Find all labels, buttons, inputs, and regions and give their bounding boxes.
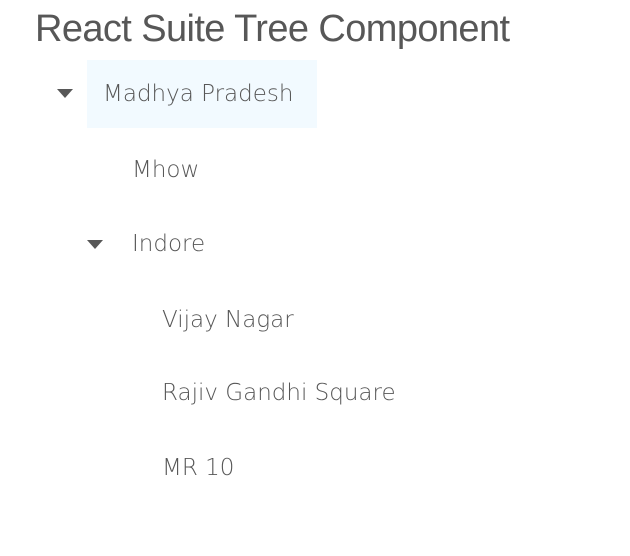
tree-node-label[interactable]: Madhya Pradesh <box>103 60 293 128</box>
tree-node-label[interactable]: Indore <box>132 210 205 278</box>
tree-node-label[interactable]: MR 10 <box>162 434 234 502</box>
tree-node-madhya-pradesh[interactable]: Madhya Pradesh <box>0 60 630 128</box>
tree-node-indore[interactable]: Indore <box>0 210 630 278</box>
page-title: React Suite Tree Component <box>35 8 510 50</box>
tree-node-label[interactable]: Vijay Nagar <box>162 286 294 354</box>
tree-node-vijay-nagar[interactable]: Vijay Nagar <box>0 286 630 354</box>
tree-node-label[interactable]: Rajiv Gandhi Square <box>162 359 396 427</box>
caret-down-icon[interactable] <box>57 89 73 98</box>
tree-node-mr-10[interactable]: MR 10 <box>0 434 630 502</box>
tree-node-label[interactable]: Mhow <box>132 136 199 204</box>
caret-down-icon[interactable] <box>87 240 103 249</box>
tree-node-rajiv-gandhi-square[interactable]: Rajiv Gandhi Square <box>0 359 630 427</box>
tree-node-mhow[interactable]: Mhow <box>0 136 630 204</box>
